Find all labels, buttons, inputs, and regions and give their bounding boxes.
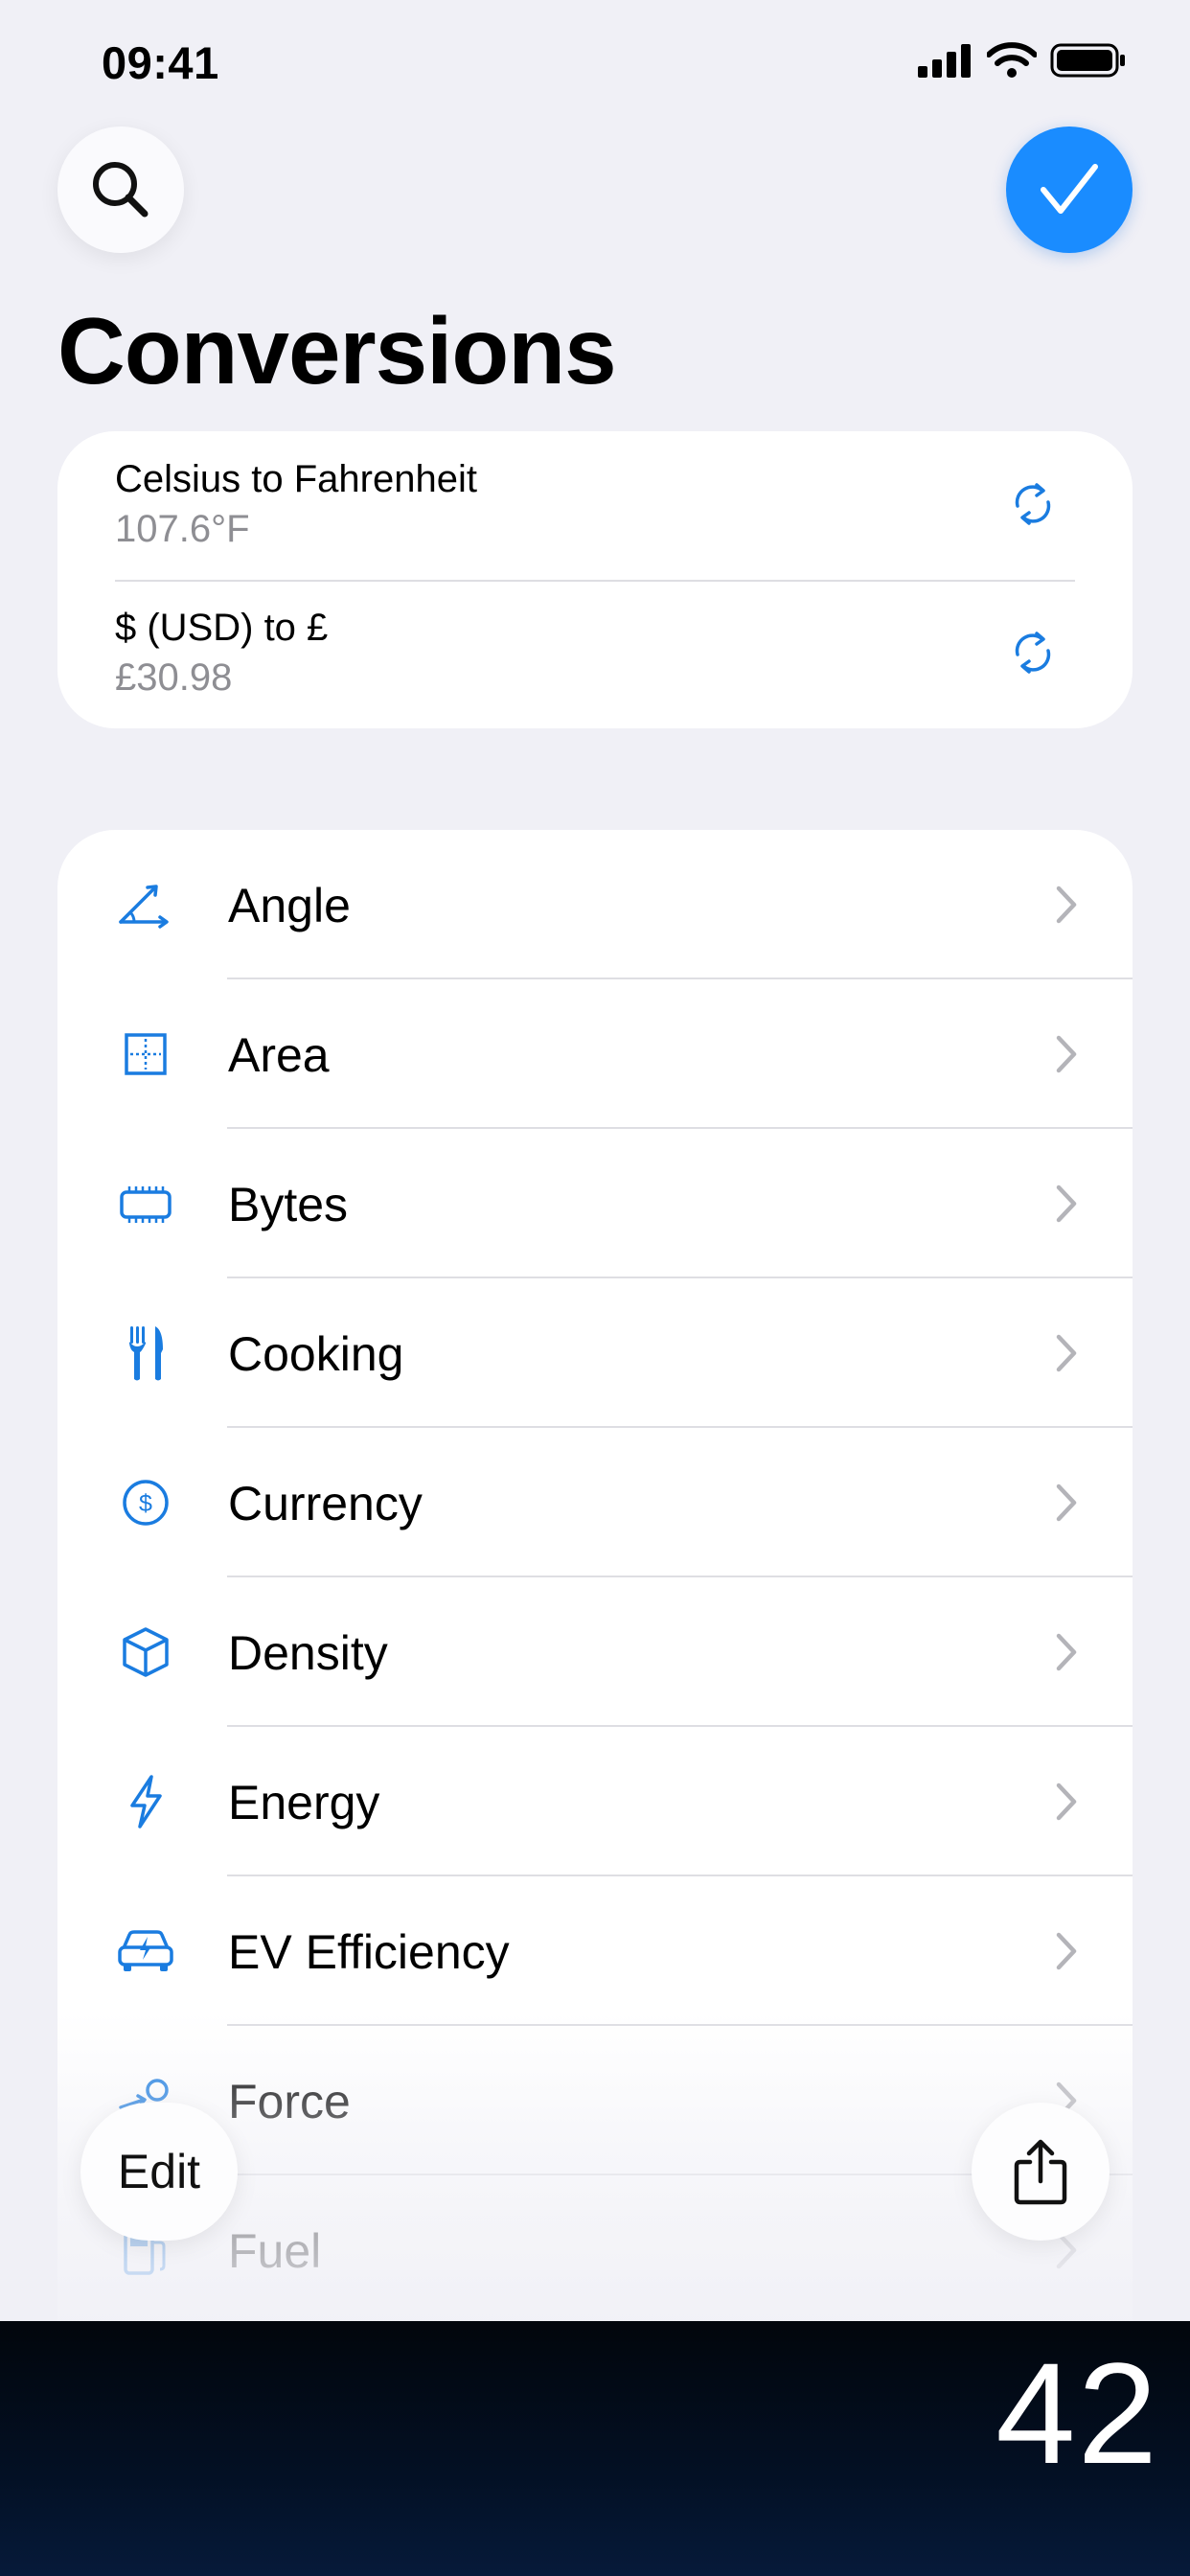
list-item-angle[interactable]: Angle [57, 830, 1133, 979]
chevron-right-icon [1056, 1334, 1077, 1372]
chevron-right-icon [1056, 886, 1077, 924]
list-item-label: Density [228, 1626, 388, 1680]
list-item-ev-efficiency[interactable]: EV Efficiency [57, 1876, 1133, 2026]
list-item-bytes[interactable]: Bytes [57, 1129, 1133, 1278]
search-button[interactable] [57, 126, 184, 253]
memory-chip-icon [120, 1186, 172, 1223]
recent-conversion-title: Celsius to Fahrenheit [115, 458, 477, 500]
list-item-label: EV Efficiency [228, 1925, 510, 1979]
refresh-icon[interactable] [1006, 626, 1060, 679]
done-button[interactable] [1006, 126, 1133, 253]
status-bar: 09:41 [0, 0, 1190, 125]
chevron-right-icon [1056, 1184, 1077, 1223]
footer-number: 42 [995, 2333, 1159, 2494]
recent-conversion-title: $ (USD) to £ [115, 607, 329, 649]
area-icon [125, 1033, 167, 1075]
list-item-label: Fuel [228, 2224, 322, 2278]
list-item-label: Currency [228, 1477, 423, 1530]
list-item-area[interactable]: Area [57, 979, 1133, 1129]
list-item-label: Energy [228, 1776, 380, 1829]
chevron-right-icon [1056, 1932, 1077, 1970]
angle-icon [119, 885, 169, 929]
refresh-icon[interactable] [1006, 477, 1060, 531]
list-item-label: Force [228, 2075, 351, 2128]
wifi-icon [987, 42, 1037, 78]
battery-icon [1050, 43, 1125, 78]
recent-conversion-row[interactable]: $ (USD) to £ £30.98 [115, 580, 1075, 728]
share-button[interactable] [972, 2103, 1110, 2241]
chevron-right-icon [1056, 1035, 1077, 1073]
ev-car-icon [118, 1930, 173, 1971]
list-item-label: Cooking [228, 1327, 404, 1381]
search-icon [93, 162, 149, 218]
page-title: Conversions [57, 298, 617, 403]
recent-conversion-value: £30.98 [115, 656, 233, 699]
cube-icon [123, 1627, 169, 1677]
checkmark-icon [1041, 164, 1098, 214]
chevron-right-icon [1056, 1782, 1077, 1821]
chevron-right-icon [1056, 1484, 1077, 1522]
cellular-signal-icon [918, 44, 971, 78]
recent-conversion-row[interactable]: Celsius to Fahrenheit 107.6°F [115, 431, 1075, 580]
list-item-cooking[interactable]: Cooking [57, 1278, 1133, 1428]
edit-button[interactable]: Edit [80, 2103, 238, 2241]
list-item-label: Area [228, 1028, 330, 1082]
share-icon [1014, 2139, 1067, 2205]
list-item-label: Bytes [228, 1178, 349, 1231]
bolt-icon [130, 1775, 162, 1828]
status-icons [918, 42, 1127, 79]
status-time: 09:41 [102, 37, 219, 88]
list-item-currency[interactable]: $ Currency [57, 1428, 1133, 1577]
list-item-density[interactable]: Density [57, 1577, 1133, 1727]
dollar-circle-icon: $ [123, 1480, 169, 1526]
footer-band: 42 [0, 2321, 1190, 2576]
list-item-energy[interactable]: Energy [57, 1727, 1133, 1876]
chevron-right-icon [1056, 1633, 1077, 1671]
recent-conversion-value: 107.6°F [115, 508, 250, 550]
fork-knife-icon [129, 1326, 163, 1381]
list-item-label: Angle [228, 879, 351, 932]
svg-text:$: $ [139, 1490, 152, 1517]
recent-conversions-card: Celsius to Fahrenheit 107.6°F $ (USD) to… [57, 431, 1133, 728]
